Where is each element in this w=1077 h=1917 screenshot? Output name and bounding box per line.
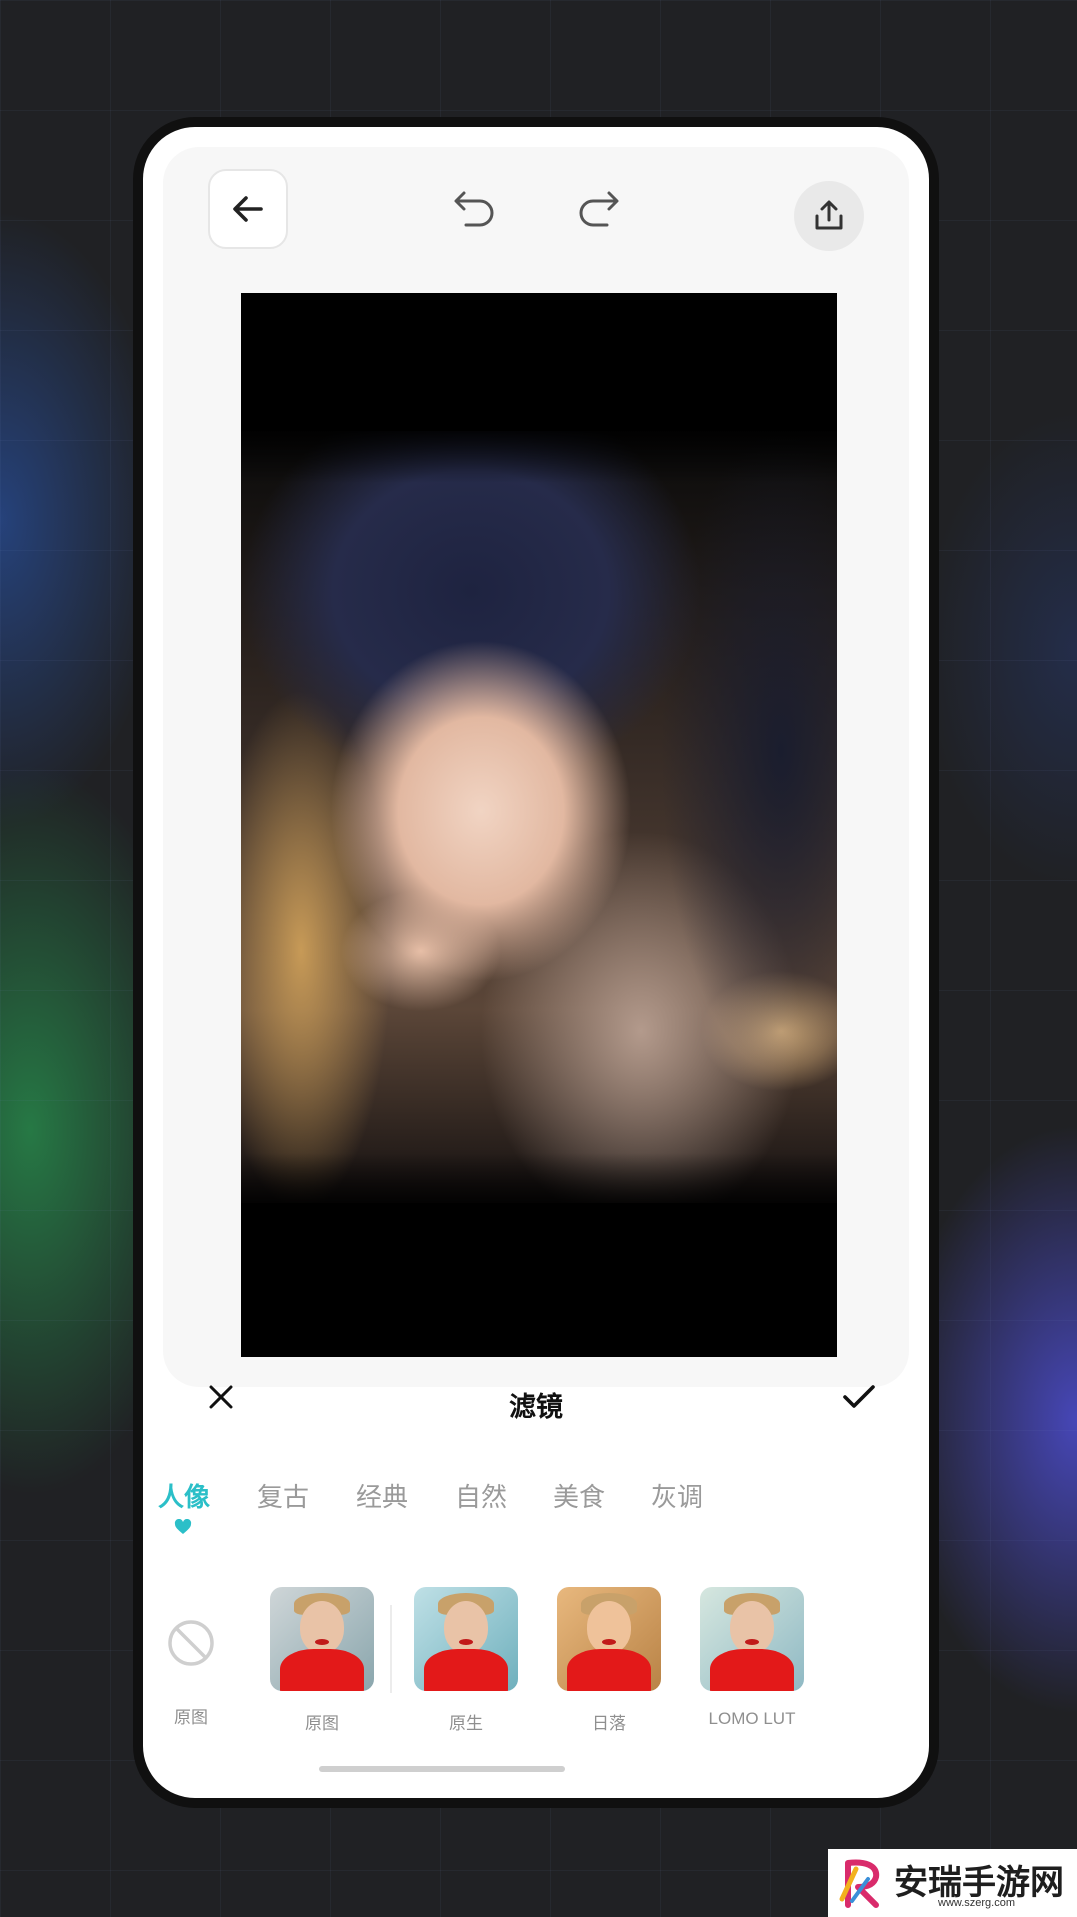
panel-title: 滤镜 [509, 1392, 563, 1423]
filter-list: 原图 原图 原生 日落 LOMO LUT [143, 1587, 929, 1747]
tab-label: 复古 [256, 1483, 309, 1513]
phone-screen: 滤镜 人像 复古 经典 自然 美食 灰调 原图 原图 原生 日落 LOMO LU… [143, 127, 929, 1798]
check-icon [843, 1385, 875, 1408]
filter-thumbnail [414, 1587, 518, 1691]
photo-fade [241, 1153, 837, 1213]
redo-icon [579, 191, 619, 227]
tab-label: 经典 [355, 1483, 408, 1513]
share-icon [815, 200, 843, 230]
filter-item[interactable]: 日落 [554, 1587, 664, 1734]
filter-thumbnail [700, 1587, 804, 1691]
filter-item[interactable]: LOMO LUT [697, 1587, 807, 1729]
portrait-photo [241, 431, 837, 1203]
tab-retro[interactable]: 复古 [243, 1477, 323, 1514]
tab-classic[interactable]: 经典 [342, 1477, 422, 1514]
filter-item[interactable]: 原生 [411, 1587, 521, 1734]
tab-natural[interactable]: 自然 [441, 1477, 521, 1514]
heart-icon [174, 1519, 192, 1534]
filter-item[interactable]: 原图 [267, 1587, 377, 1734]
filter-category-tabs: 人像 复古 经典 自然 美食 灰调 [143, 1477, 929, 1537]
tab-label: 灰调 [650, 1483, 703, 1513]
tab-label: 自然 [454, 1483, 507, 1513]
back-arrow-icon [233, 196, 263, 222]
filter-label: 原图 [174, 1708, 208, 1727]
confirm-filter-button[interactable] [838, 1377, 880, 1417]
photo-preview[interactable] [241, 293, 837, 1357]
undo-button[interactable] [448, 183, 500, 235]
back-button[interactable] [208, 169, 288, 249]
photo-fade [241, 423, 837, 483]
filter-divider [390, 1605, 392, 1693]
tab-portrait[interactable]: 人像 [144, 1477, 224, 1534]
tab-label: 美食 [552, 1483, 605, 1513]
home-indicator[interactable] [319, 1766, 565, 1772]
filter-thumbnail [557, 1587, 661, 1691]
filter-none[interactable]: 原图 [143, 1591, 246, 1728]
filter-label: 日落 [592, 1714, 626, 1733]
filter-label: 原图 [305, 1714, 339, 1733]
tab-label: 人像 [157, 1483, 210, 1513]
no-filter-icon [143, 1591, 243, 1695]
filter-label: 原生 [449, 1714, 483, 1733]
share-button[interactable] [794, 181, 864, 251]
watermark-logo-icon [834, 1855, 890, 1911]
filter-thumbnail [270, 1587, 374, 1691]
tab-gray[interactable]: 灰调 [637, 1477, 717, 1514]
site-watermark: 安瑞手游网 www.szerg.com [828, 1849, 1077, 1917]
undo-icon [454, 191, 494, 227]
tab-food[interactable]: 美食 [539, 1477, 619, 1514]
watermark-url: www.szerg.com [938, 1897, 1016, 1909]
redo-button[interactable] [573, 183, 625, 235]
filter-label: LOMO LUT [708, 1709, 796, 1728]
